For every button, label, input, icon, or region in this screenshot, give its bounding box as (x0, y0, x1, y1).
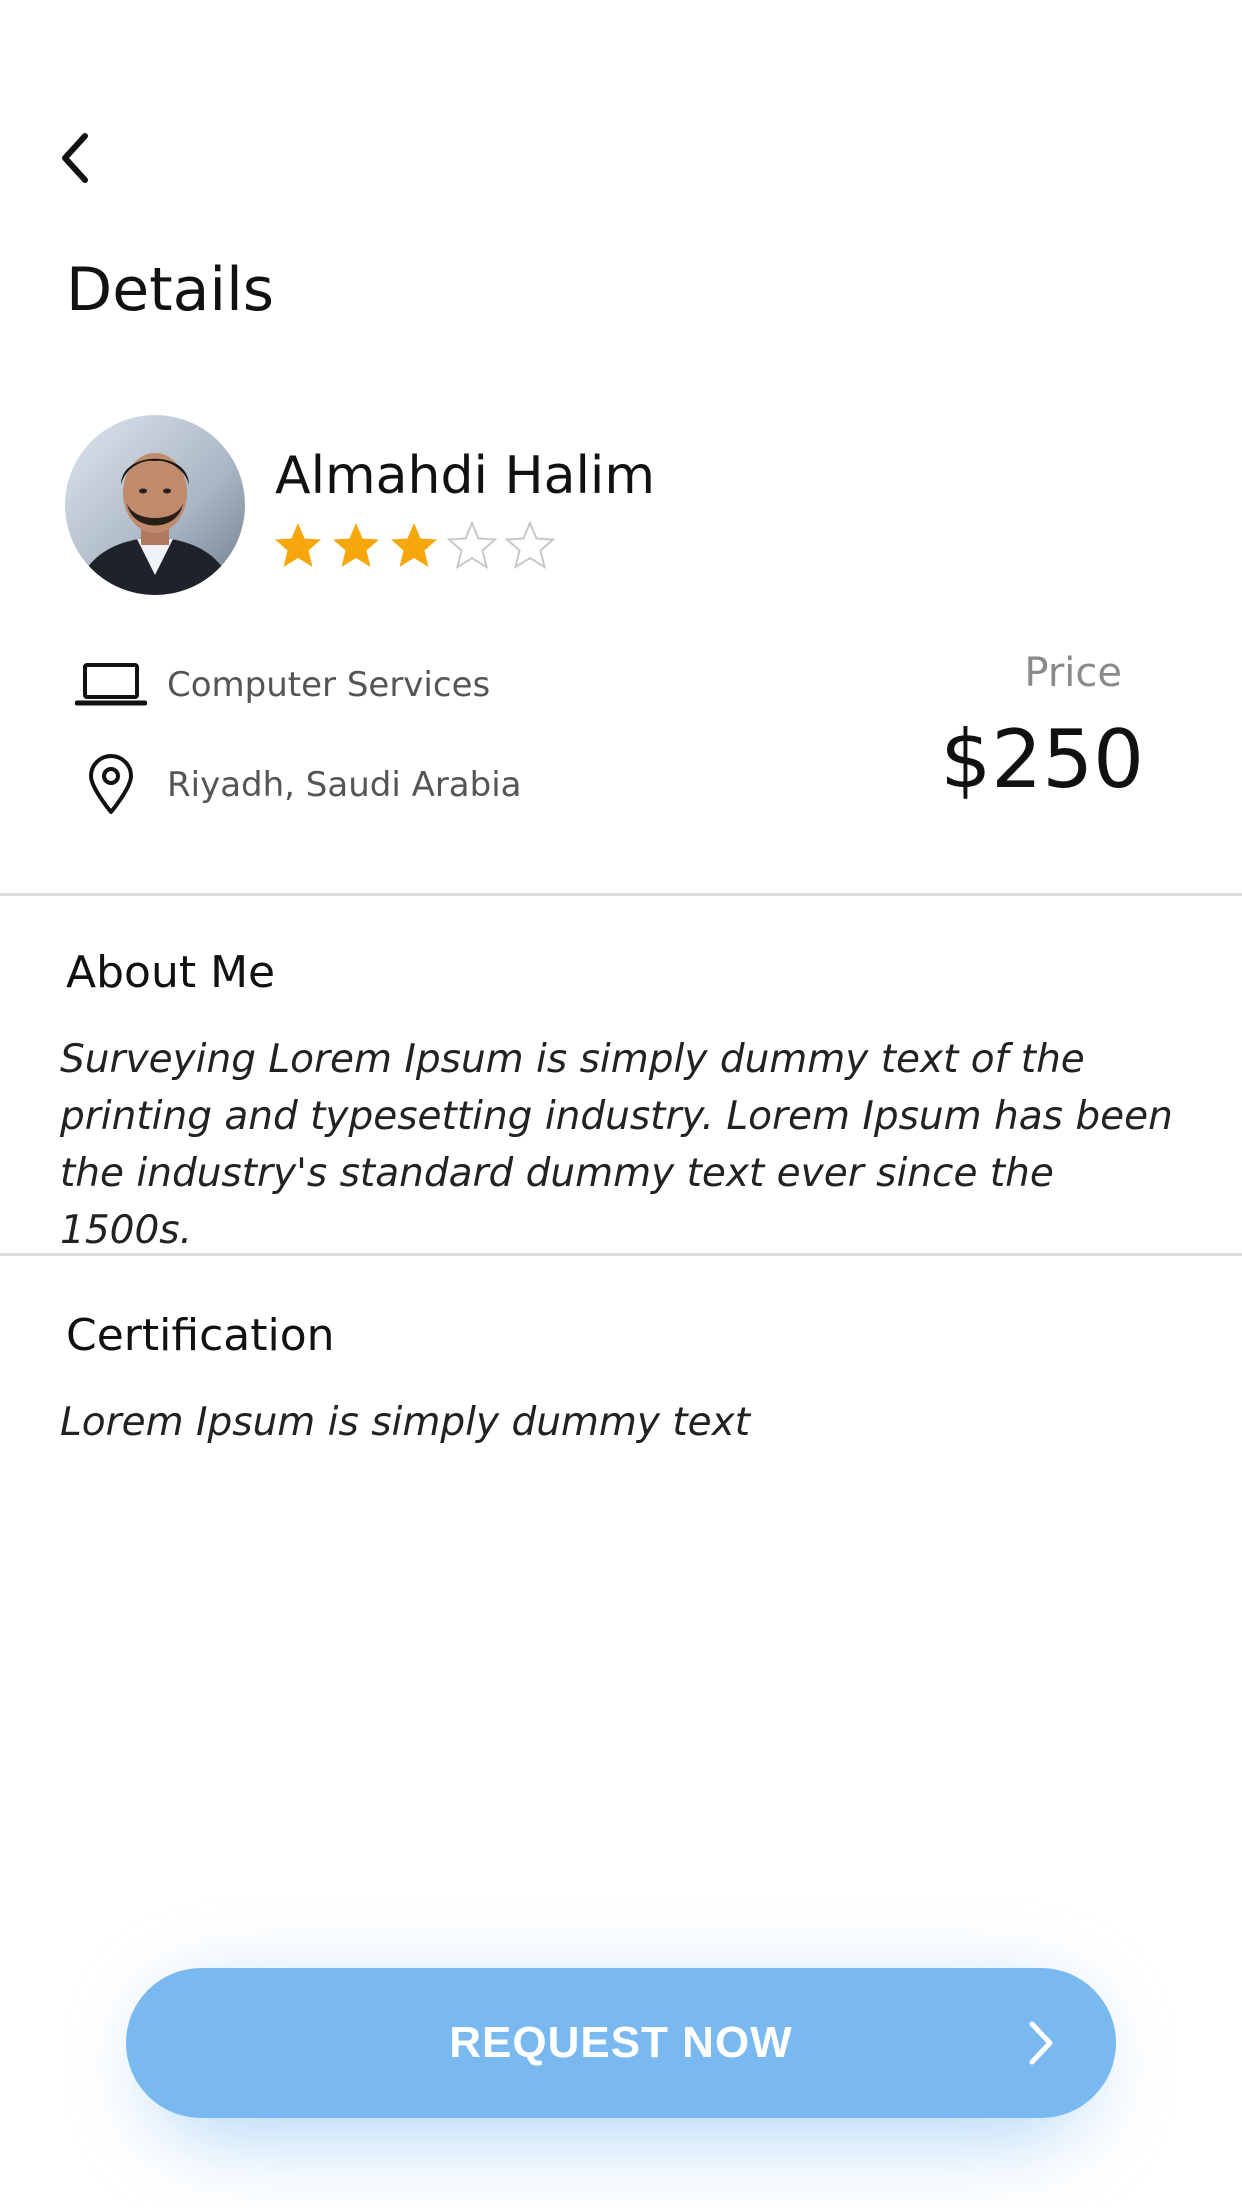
request-now-button[interactable]: REQUEST NOW (126, 1968, 1116, 2118)
service-row: Computer Services (75, 655, 490, 715)
about-text: Surveying Lorem Ipsum is simply dummy te… (60, 1037, 1173, 1253)
star-filled-icon (333, 523, 379, 567)
laptop-icon (75, 655, 147, 715)
price-label: Price (1024, 650, 1122, 696)
certification-title: Certification (66, 1310, 335, 1361)
location-label: Riyadh, Saudi Arabia (167, 765, 522, 805)
divider (0, 1253, 1242, 1256)
page-title: Details (66, 255, 275, 325)
star-empty-icon (504, 520, 556, 570)
rating-stars (272, 520, 556, 572)
avatar (65, 415, 245, 595)
price-value: $250 (940, 713, 1144, 806)
request-now-label: REQUEST NOW (449, 2018, 793, 2067)
chevron-right-icon (1026, 2018, 1056, 2071)
chevron-left-icon (62, 133, 88, 183)
back-button[interactable] (40, 112, 110, 204)
star-filled-icon (391, 523, 437, 567)
star-filled-icon (275, 523, 321, 567)
divider (0, 893, 1242, 896)
star-empty-icon (446, 520, 498, 570)
provider-name: Almahdi Halim (275, 446, 655, 506)
about-title: About Me (66, 947, 276, 998)
location-row: Riyadh, Saudi Arabia (75, 754, 522, 815)
certification-text: Lorem Ipsum is simply dummy text (60, 1400, 751, 1445)
service-label: Computer Services (167, 665, 491, 705)
location-pin-icon (75, 754, 147, 815)
